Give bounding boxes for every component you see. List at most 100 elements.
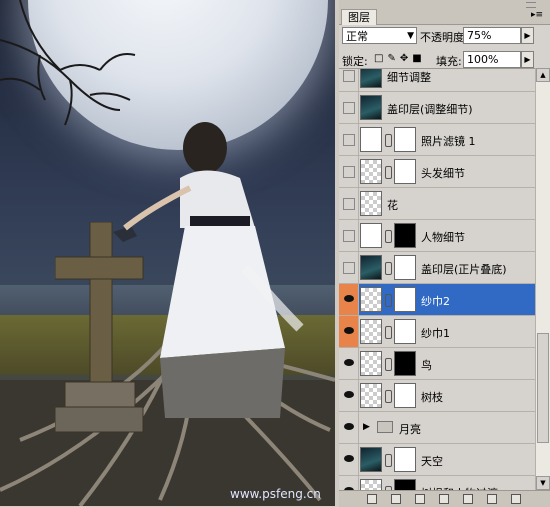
layer-name: 树枝 [421,391,443,404]
layer-name: 头发细节 [421,167,465,180]
layer-thumbnail[interactable] [360,255,382,280]
opacity-slider-arrow-icon[interactable]: ▶ [521,27,534,44]
layer-name: 照片滤镜 1 [421,135,476,148]
panel-title-bar[interactable] [339,0,550,8]
layer-mask-thumbnail[interactable] [394,255,416,280]
layer-thumbnail[interactable] [360,69,382,88]
layer-name: 纱巾1 [421,327,450,340]
layer-name: 纱巾2 [421,295,450,308]
mask-link-icon[interactable] [385,454,392,467]
layer-mask-thumbnail[interactable] [394,127,416,152]
watermark-text: www.psfeng.cn [230,487,321,501]
scroll-down-icon[interactable]: ▼ [536,476,550,490]
tab-layers[interactable]: 图层 [341,9,377,25]
layer-thumbnail[interactable] [360,319,382,344]
layer-style-icon[interactable] [391,494,401,504]
mask-link-icon[interactable] [385,390,392,403]
link-layers-icon[interactable] [367,494,377,504]
opacity-input[interactable]: 75% [463,27,521,44]
visibility-eye-icon[interactable] [339,284,359,315]
layers-bottom-toolbar [339,490,550,507]
visibility-eye-icon[interactable] [339,92,359,123]
layer-row[interactable]: 鸟 [339,348,535,380]
lock-fill-row: 锁定: □✎✥■ 填充: 100% ▶ [339,50,550,70]
scroll-thumb[interactable] [537,333,549,443]
lock-label: 锁定: [342,55,368,68]
visibility-eye-icon[interactable] [339,252,359,283]
add-mask-icon[interactable] [415,494,425,504]
layer-thumbnail[interactable] [360,223,382,248]
layer-thumbnail[interactable] [360,287,382,312]
layer-row[interactable]: 照片滤镜 1 [339,124,535,156]
layer-thumbnail[interactable] [360,191,382,216]
chevron-down-icon: ▼ [407,31,414,41]
layer-mask-thumbnail[interactable] [394,383,416,408]
mask-link-icon[interactable] [385,262,392,275]
layer-thumbnail[interactable] [360,95,382,120]
adjustment-layer-icon[interactable] [439,494,449,504]
expand-group-icon[interactable]: ▶ [363,422,370,432]
delete-layer-icon[interactable] [511,494,521,504]
document-canvas[interactable]: www.psfeng.cn [0,0,335,506]
layer-row[interactable]: 树根和人物过渡 [339,476,535,491]
layer-name: 盖印层(调整细节) [387,103,473,116]
layer-thumbnail[interactable] [360,447,382,472]
layer-mask-thumbnail[interactable] [394,447,416,472]
fill-slider-arrow-icon[interactable]: ▶ [521,51,534,68]
layer-row[interactable]: 天空 [339,444,535,476]
new-layer-icon[interactable] [487,494,497,504]
layer-thumbnail[interactable] [360,127,382,152]
opacity-label: 不透明度: [420,31,468,44]
layer-mask-thumbnail[interactable] [394,351,416,376]
layer-name: 鸟 [421,359,432,372]
visibility-eye-icon[interactable] [339,69,359,91]
fill-input[interactable]: 100% [463,51,521,68]
mask-link-icon[interactable] [385,294,392,307]
layer-row[interactable]: 纱巾1 [339,316,535,348]
blend-opacity-row: 正常 ▼ 不透明度: 75% ▶ [339,26,550,46]
layer-mask-thumbnail[interactable] [394,223,416,248]
layers-list: 细节调整盖印层(调整细节) 照片滤镜 1 头发细节花人物细节盖印层(正片叠底) 纱巾2… [339,68,550,491]
visibility-eye-icon[interactable] [339,444,359,475]
layer-thumbnail[interactable] [360,383,382,408]
blend-mode-select[interactable]: 正常 ▼ [342,27,417,44]
panel-menu-icon[interactable]: ▸≡ [530,10,544,21]
mask-link-icon[interactable] [385,358,392,371]
visibility-eye-icon[interactable] [339,188,359,219]
layers-scrollbar[interactable]: ▲ ▼ [535,68,550,490]
layer-row[interactable]: 头发细节 [339,156,535,188]
layer-name: 盖印层(正片叠底) [421,263,507,276]
layers-panel: 图层 ▸≡ 正常 ▼ 不透明度: 75% ▶ 锁定: □✎✥■ 填充: 100%… [339,0,550,507]
visibility-eye-icon[interactable] [339,316,359,347]
new-group-icon[interactable] [463,494,473,504]
mask-link-icon[interactable] [385,134,392,147]
layer-thumbnail[interactable] [360,351,382,376]
layer-row[interactable]: 人物细节 [339,220,535,252]
layer-thumbnail[interactable] [360,159,382,184]
layer-row[interactable]: ▶ 月亮 [339,412,535,444]
visibility-eye-icon[interactable] [339,380,359,411]
visibility-eye-icon[interactable] [339,220,359,251]
layer-mask-thumbnail[interactable] [394,287,416,312]
layer-name: 细节调整 [387,71,431,84]
layer-row[interactable]: 细节调整 [339,69,535,92]
visibility-eye-icon[interactable] [339,124,359,155]
layer-row[interactable]: 纱巾2 [339,284,535,316]
scroll-up-icon[interactable]: ▲ [536,68,550,82]
mask-link-icon[interactable] [385,230,392,243]
mask-link-icon[interactable] [385,166,392,179]
layer-row[interactable]: 盖印层(正片叠底) [339,252,535,284]
blend-mode-value: 正常 [346,30,368,43]
mask-link-icon[interactable] [385,326,392,339]
visibility-eye-icon[interactable] [339,156,359,187]
layer-row[interactable]: 树枝 [339,380,535,412]
layer-mask-thumbnail[interactable] [394,159,416,184]
visibility-eye-icon[interactable] [339,412,359,443]
layer-row[interactable]: 花 [339,188,535,220]
visibility-eye-icon[interactable] [339,476,359,491]
layer-mask-thumbnail[interactable] [394,319,416,344]
layer-row[interactable]: 盖印层(调整细节) [339,92,535,124]
lock-options-icons[interactable]: □✎✥■ [374,53,426,64]
visibility-eye-icon[interactable] [339,348,359,379]
folder-icon [377,421,393,433]
